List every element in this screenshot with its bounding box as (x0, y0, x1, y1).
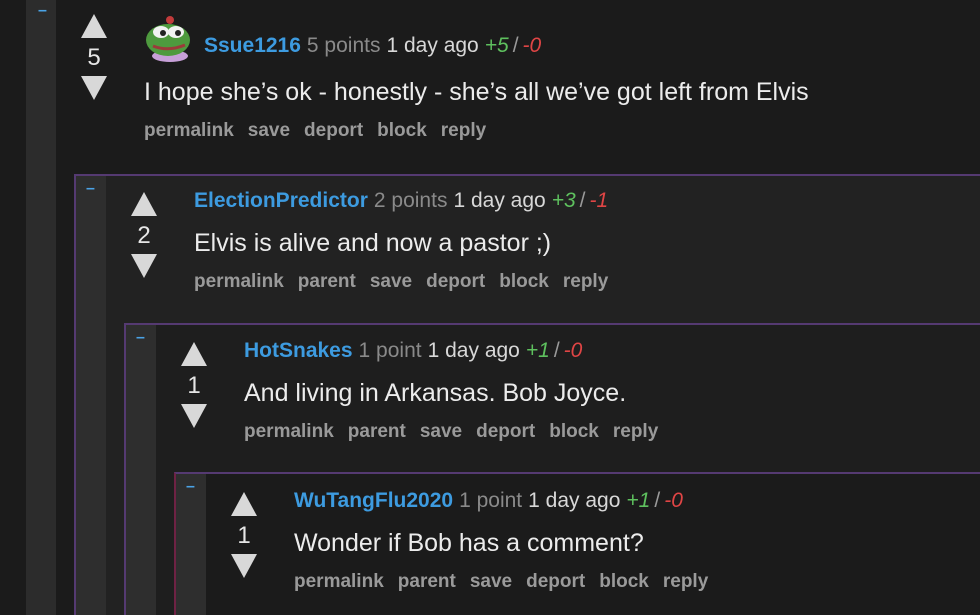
upvote-arrow-icon[interactable] (81, 14, 107, 38)
permalink-link[interactable]: permalink (194, 271, 284, 292)
comment: Ssue1216 5 points 1 day ago +5/-0 (204, 32, 541, 60)
permalink-link[interactable]: permalink (144, 120, 234, 141)
save-link[interactable]: save (370, 271, 412, 292)
comment-thread: – 5 Ssue1216 5 points 1 day ago +5/-0 I hop… (0, 0, 980, 615)
thread-indent-bar (26, 0, 56, 615)
timestamp: 1 day ago (386, 34, 479, 57)
save-link[interactable]: save (470, 571, 512, 592)
permalink-link[interactable]: permalink (294, 571, 384, 592)
downvote-arrow-icon[interactable] (81, 76, 107, 100)
block-link[interactable]: block (499, 271, 549, 292)
vote-separator: / (512, 34, 519, 57)
deport-link[interactable]: deport (526, 571, 585, 592)
comment-meta: Ssue1216 5 points 1 day ago +5/-0 (204, 32, 541, 60)
timestamp: 1 day ago (453, 189, 546, 212)
parent-link[interactable]: parent (398, 571, 456, 592)
comment-actions: permalink save deport block reply (144, 120, 809, 142)
comment-body: I hope she’s ok - honestly - she’s all w… (144, 76, 809, 142)
collapse-button[interactable]: – (136, 330, 150, 346)
timestamp: 1 day ago (427, 339, 520, 362)
vote-separator: / (579, 189, 586, 212)
upvote-arrow-icon[interactable] (181, 342, 207, 366)
collapse-button[interactable]: – (38, 3, 52, 19)
comment-text: I hope she’s ok - honestly - she’s all w… (144, 78, 809, 106)
upvote-arrow-icon[interactable] (231, 492, 257, 516)
comment-meta: WuTangFlu2020 1 point 1 day ago +1/-0 (294, 487, 722, 515)
comment: ElectionPredictor 2 points 1 day ago +3/-1 … (194, 187, 622, 293)
permalink-link[interactable]: permalink (244, 421, 334, 442)
comment-actions: permalink parent save deport block reply (194, 271, 622, 293)
points: 2 points (373, 189, 448, 212)
parent-link[interactable]: parent (298, 271, 356, 292)
deport-link[interactable]: deport (426, 271, 485, 292)
block-link[interactable]: block (549, 421, 599, 442)
downvote-arrow-icon[interactable] (131, 254, 157, 278)
save-link[interactable]: save (248, 120, 290, 141)
block-link[interactable]: block (599, 571, 649, 592)
thread-indent-bar (126, 325, 156, 615)
downvote-count: -0 (522, 34, 542, 57)
vote-separator: / (553, 339, 560, 362)
vote-column: 1 (224, 492, 264, 578)
vote-column: 5 (74, 14, 114, 100)
block-link[interactable]: block (377, 120, 427, 141)
deport-link[interactable]: deport (304, 120, 363, 141)
comment-text: And living in Arkansas. Bob Joyce. (244, 379, 627, 407)
reply-link[interactable]: reply (441, 120, 486, 141)
upvote-arrow-icon[interactable] (131, 192, 157, 216)
thread-indent-bar (76, 176, 106, 615)
username-link[interactable]: ElectionPredictor (194, 189, 368, 212)
username-link[interactable]: Ssue1216 (204, 34, 301, 57)
downvote-count: -0 (664, 489, 683, 512)
downvote-count: -1 (589, 189, 609, 212)
thread-indent-bar (176, 474, 206, 615)
username-link[interactable]: HotSnakes (244, 339, 353, 362)
comment-meta: ElectionPredictor 2 points 1 day ago +3/-1 (194, 187, 622, 215)
deport-link[interactable]: deport (476, 421, 535, 442)
timestamp: 1 day ago (528, 489, 621, 512)
comment-text: Wonder if Bob has a comment? (294, 529, 644, 557)
comment-actions: permalink parent save deport block reply (294, 571, 722, 593)
comment-actions: permalink parent save deport block reply (244, 421, 672, 443)
comment-meta: HotSnakes 1 point 1 day ago +1/-0 (244, 337, 672, 365)
vote-separator: / (654, 489, 661, 512)
reply-link[interactable]: reply (563, 271, 608, 292)
vote-column: 2 (124, 192, 164, 278)
score: 1 (237, 522, 251, 549)
vote-column: 1 (174, 342, 214, 428)
score: 5 (87, 44, 101, 71)
upvote-count: +1 (525, 339, 550, 362)
reply-link[interactable]: reply (663, 571, 708, 592)
collapse-button[interactable]: – (86, 181, 100, 197)
downvote-arrow-icon[interactable] (231, 554, 257, 578)
username-link[interactable]: WuTangFlu2020 (294, 489, 453, 512)
upvote-count: +5 (484, 34, 509, 57)
collapse-button[interactable]: – (186, 479, 200, 495)
comment-text: Elvis is alive and now a pastor ;) (194, 229, 552, 257)
parent-link[interactable]: parent (348, 421, 406, 442)
points: 1 point (459, 489, 523, 512)
downvote-count: -0 (563, 339, 583, 362)
upvote-count: +3 (551, 189, 576, 212)
score: 1 (187, 372, 201, 399)
points: 5 points (306, 34, 381, 57)
save-link[interactable]: save (420, 421, 462, 442)
comment: WuTangFlu2020 1 point 1 day ago +1/-0 Wonde… (294, 487, 722, 593)
downvote-arrow-icon[interactable] (181, 404, 207, 428)
points: 1 point (358, 339, 422, 362)
pepe-frog-avatar-icon[interactable] (143, 12, 197, 62)
reply-link[interactable]: reply (613, 421, 658, 442)
score: 2 (137, 222, 151, 249)
comment: HotSnakes 1 point 1 day ago +1/-0 And livin… (244, 337, 672, 443)
upvote-count: +1 (626, 489, 651, 512)
